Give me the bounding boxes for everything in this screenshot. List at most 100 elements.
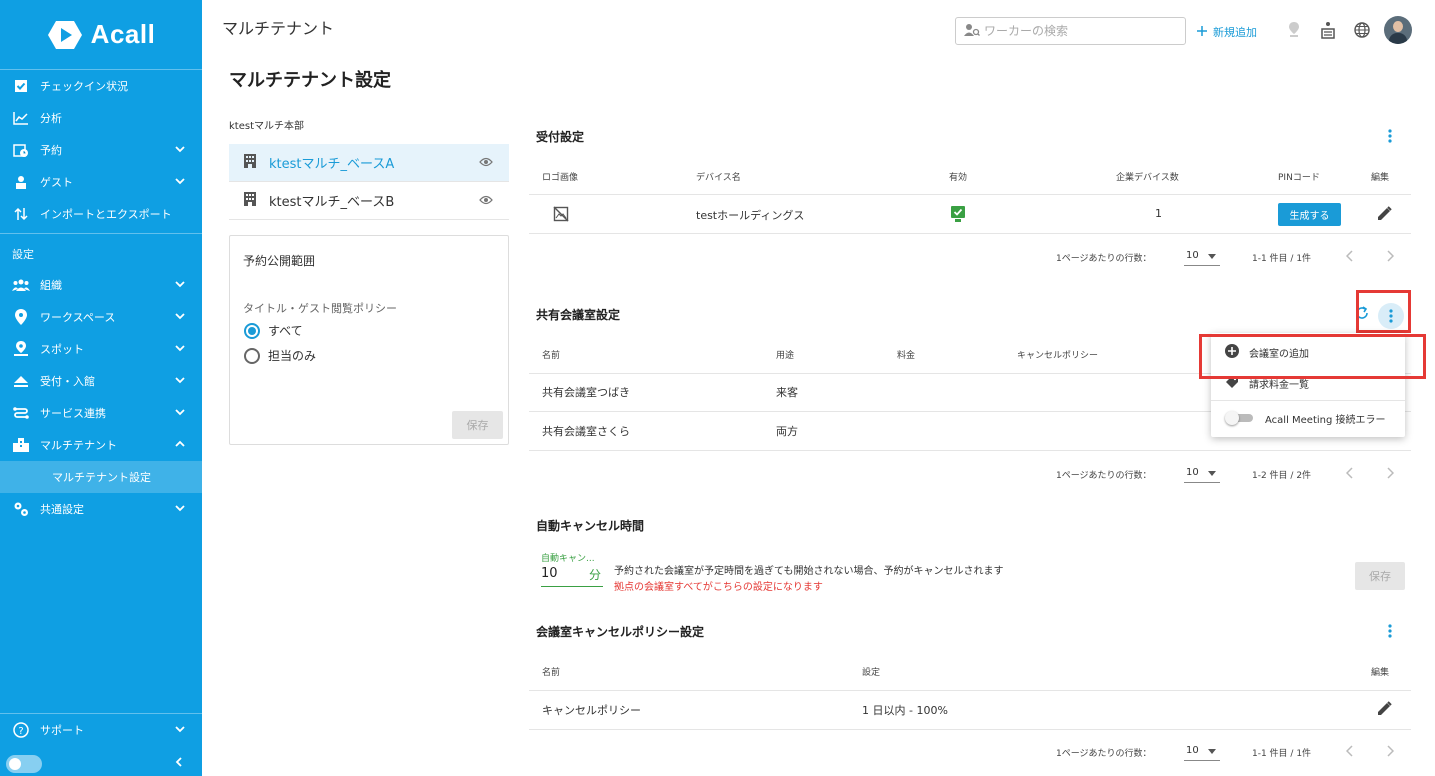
gears-icon: [12, 500, 30, 518]
chevron-left-icon[interactable]: [1345, 467, 1354, 482]
eye-icon[interactable]: [479, 156, 493, 171]
chevron-down-icon: [174, 723, 186, 738]
column-header: デバイス名: [696, 173, 741, 183]
settings-section-label: 設定: [12, 248, 34, 261]
tenant-item-a[interactable]: ktestマルチ_ベースA: [229, 144, 509, 182]
page-range: 1-2 件目 / 2件: [1252, 471, 1312, 481]
menu-item-meeting-error[interactable]: Acall Meeting 接続エラー: [1211, 403, 1405, 433]
auto-cancel-note: 拠点の会議室すべてがこちらの設定になります: [614, 582, 823, 593]
sidebar-item-label: 共通設定: [40, 503, 84, 516]
reception-desk-icon[interactable]: [1319, 21, 1337, 39]
divider: [1211, 400, 1405, 401]
logo-text: Acall: [90, 19, 156, 49]
location-pin-icon: [12, 308, 30, 326]
tenant-name: ktestマルチ_ベースB: [269, 195, 395, 210]
sidebar-item-organization[interactable]: 組織: [0, 271, 202, 299]
sidebar-subitem-multitenant-settings[interactable]: マルチテナント設定: [0, 461, 202, 493]
sidebar-item-label: ワークスペース: [40, 311, 116, 324]
auto-cancel-description: 予約された会議室が予定時間を過ぎても開始されない場合、予約がキャンセルされます: [614, 566, 1004, 577]
column-header: PINコード: [1278, 173, 1320, 183]
chevron-down-icon: [174, 143, 186, 158]
save-button[interactable]: 保存: [1355, 562, 1405, 590]
sidebar-item-support[interactable]: ? サポート: [0, 716, 202, 744]
radio-all[interactable]: すべて: [244, 322, 303, 339]
rows-per-page-value: 10: [1186, 250, 1199, 261]
rows-per-page-select[interactable]: 10: [1184, 246, 1220, 266]
chevron-right-icon[interactable]: [1386, 250, 1395, 265]
edit-pencil-icon[interactable]: [1377, 206, 1392, 224]
location-icon[interactable]: [1285, 21, 1303, 39]
sidebar-item-label: チェックイン状況: [40, 80, 128, 93]
sidebar-item-workspace[interactable]: ワークスペース: [0, 303, 202, 331]
rows-per-page-select[interactable]: 10: [1184, 463, 1220, 483]
divider: [529, 233, 1411, 234]
checkbox-icon: [12, 77, 30, 95]
collapse-sidebar-icon[interactable]: [174, 756, 184, 771]
generate-pin-button[interactable]: 生成する: [1278, 203, 1341, 226]
worker-search[interactable]: [955, 17, 1186, 45]
card-subtitle: タイトル・ゲスト閲覧ポリシー: [243, 302, 397, 315]
chevron-right-icon[interactable]: [1386, 745, 1395, 760]
chevron-down-icon: [174, 310, 186, 325]
radio-unchecked-icon: [244, 347, 260, 364]
add-new-button[interactable]: 新規追加: [1197, 24, 1257, 40]
divider: [529, 690, 1411, 691]
chevron-left-icon[interactable]: [1345, 745, 1354, 760]
calendar-clock-icon: [12, 141, 30, 159]
toggle-switch[interactable]: [1225, 411, 1255, 425]
sidebar-item-label: 分析: [40, 112, 62, 125]
card-title: 予約公開範囲: [243, 254, 316, 268]
device-enabled-icon: [950, 205, 966, 226]
divider: [529, 450, 1411, 451]
sidebar-item-reception[interactable]: 受付・入館: [0, 367, 202, 395]
sidebar-item-checkin[interactable]: チェックイン状況: [0, 72, 202, 100]
globe-icon[interactable]: [1353, 21, 1371, 39]
sidebar-item-guest[interactable]: ゲスト: [0, 168, 202, 196]
chevron-down-icon: [174, 406, 186, 421]
eye-icon[interactable]: [479, 194, 493, 209]
sidebar-item-multitenant[interactable]: マルチテナント: [0, 431, 202, 459]
chevron-down-icon: [174, 374, 186, 389]
sidebar-toggle[interactable]: [6, 755, 42, 773]
sidebar-item-spot[interactable]: スポット: [0, 335, 202, 363]
tenant-item-b[interactable]: ktestマルチ_ベースB: [229, 182, 509, 220]
chevron-left-icon[interactable]: [1345, 250, 1354, 265]
save-button[interactable]: 保存: [452, 411, 503, 439]
rows-per-page-select[interactable]: 10: [1184, 741, 1220, 761]
building-icon: [243, 191, 257, 210]
edit-pencil-icon[interactable]: [1377, 701, 1392, 719]
sidebar-item-label: 予約: [40, 144, 62, 157]
chevron-down-icon: [174, 342, 186, 357]
policy-name: キャンセルポリシー: [542, 704, 641, 717]
help-circle-icon: ?: [12, 721, 30, 739]
people-icon: [12, 276, 30, 294]
auto-cancel-input[interactable]: 自動キャン... 10 分: [541, 551, 603, 587]
header-title: マルチテナント: [222, 19, 335, 38]
chevron-right-icon[interactable]: [1386, 467, 1395, 482]
divider: [0, 713, 202, 714]
building-icon: [12, 436, 30, 454]
no-image-icon: [553, 206, 569, 225]
sidebar-subitem-label: マルチテナント設定: [52, 471, 151, 484]
radio-assigned-only[interactable]: 担当のみ: [244, 347, 316, 364]
sidebar-item-import-export[interactable]: インポートとエクスポート: [0, 200, 202, 228]
column-header: 編集: [1371, 173, 1390, 183]
highlight-box-add-room: [1199, 334, 1426, 379]
cancel-policy-section-title: 会議室キャンセルポリシー設定: [536, 625, 705, 639]
sidebar-item-reservation[interactable]: 予約: [0, 136, 202, 164]
more-vert-icon[interactable]: [1380, 126, 1400, 146]
logo[interactable]: Acall: [0, 0, 202, 70]
divider: [529, 194, 1411, 195]
plus-icon: [1197, 25, 1207, 39]
room-name: 共有会議室さくら: [542, 425, 630, 438]
device-name: testホールディングス: [696, 209, 805, 222]
tenant-name: ktestマルチ_ベースA: [269, 157, 395, 172]
sidebar-item-common-settings[interactable]: 共通設定: [0, 495, 202, 523]
sidebar-item-service[interactable]: サービス連携: [0, 399, 202, 427]
sidebar-item-label: スポット: [40, 343, 84, 356]
column-header: 名前: [542, 668, 561, 678]
sidebar-item-analysis[interactable]: 分析: [0, 104, 202, 132]
search-input[interactable]: [984, 24, 1174, 38]
avatar[interactable]: [1384, 16, 1412, 44]
more-vert-icon[interactable]: [1380, 621, 1400, 641]
